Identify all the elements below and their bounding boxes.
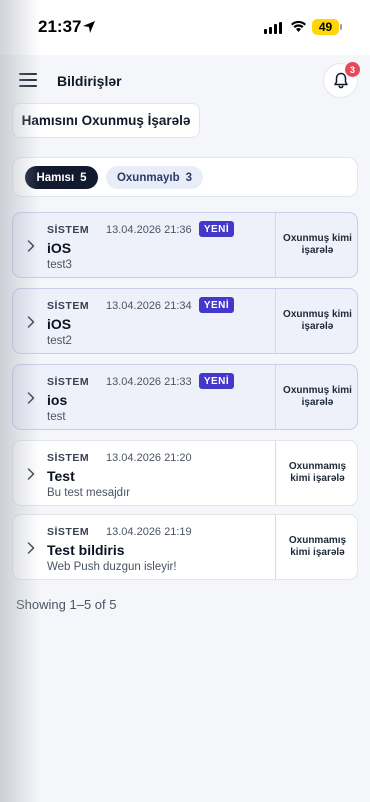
battery-indicator: 49 xyxy=(312,19,339,35)
filter-all-label: Hamısı xyxy=(36,171,75,184)
status-time: 21:37 xyxy=(38,17,82,36)
hamburger-menu-icon[interactable] xyxy=(19,73,37,87)
filter-unread-tab[interactable]: Oxunmayıb 3 xyxy=(106,166,203,189)
chevron-right-icon[interactable] xyxy=(27,542,35,554)
mark-as-read-button[interactable]: Oxunmuş kimi işarələ xyxy=(275,213,357,277)
notification-time: 13.04.2026 21:20 xyxy=(106,452,192,464)
mark-all-read-button[interactable]: Hamısını Oxunmuş İşarələ xyxy=(12,103,200,138)
bell-badge: 3 xyxy=(345,62,360,77)
notification-body: test3 xyxy=(47,259,72,271)
notification-item[interactable]: SİSTEM 13.04.2026 21:36 YENİ iOS test3 O… xyxy=(12,212,358,278)
pagination-summary: Showing 1–5 of 5 xyxy=(16,597,117,612)
notification-source: SİSTEM xyxy=(47,224,90,236)
notification-time: 13.04.2026 21:33 xyxy=(106,376,192,388)
filter-unread-label: Oxunmayıb xyxy=(116,171,180,184)
filter-all-tab[interactable]: Hamısı 5 xyxy=(25,166,98,189)
new-badge: YENİ xyxy=(199,221,234,237)
notification-title: iOS xyxy=(47,316,72,332)
status-bar: 21:37 49 xyxy=(0,0,370,55)
notification-item[interactable]: SİSTEM 13.04.2026 21:20 Test Bu test mes… xyxy=(12,440,358,506)
notification-time: 13.04.2026 21:19 xyxy=(106,526,192,538)
notification-item[interactable]: SİSTEM 13.04.2026 21:19 Test bildiris We… xyxy=(12,514,358,580)
notification-time: 13.04.2026 21:36 xyxy=(106,224,192,236)
chevron-right-icon[interactable] xyxy=(27,392,35,404)
notification-body: Web Push duzgun isleyir! xyxy=(47,561,177,573)
notification-title: Test bildiris xyxy=(47,542,125,558)
notification-body: Bu test mesajdır xyxy=(47,487,131,499)
location-arrow-icon xyxy=(83,21,95,33)
notification-title: iOS xyxy=(47,240,72,256)
page-title: Bildirişlər xyxy=(57,73,122,89)
mark-as-read-button[interactable]: Oxunmuş kimi işarələ xyxy=(275,365,357,429)
notification-source: SİSTEM xyxy=(47,452,90,464)
wifi-icon xyxy=(291,20,306,32)
notification-item[interactable]: SİSTEM 13.04.2026 21:34 YENİ iOS test2 O… xyxy=(12,288,358,354)
chevron-right-icon[interactable] xyxy=(27,316,35,328)
cellular-signal-icon xyxy=(264,22,282,34)
notification-source: SİSTEM xyxy=(47,376,90,388)
mark-as-read-button[interactable]: Oxunmuş kimi işarələ xyxy=(275,289,357,353)
notification-title: ios xyxy=(47,392,68,408)
notification-source: SİSTEM xyxy=(47,526,90,538)
filter-all-count: 5 xyxy=(80,171,87,184)
new-badge: YENİ xyxy=(199,297,234,313)
notification-body: test xyxy=(47,411,66,423)
notification-item[interactable]: SİSTEM 13.04.2026 21:33 YENİ ios test Ox… xyxy=(12,364,358,430)
filter-bar: Hamısı 5 Oxunmayıb 3 xyxy=(12,157,358,197)
notification-body: test2 xyxy=(47,335,72,347)
mark-as-unread-button[interactable]: Oxunmamış kimi işarələ xyxy=(275,441,357,505)
notification-title: Test xyxy=(47,468,75,484)
new-badge: YENİ xyxy=(199,373,234,389)
mark-as-unread-button[interactable]: Oxunmamış kimi işarələ xyxy=(275,515,357,579)
notification-time: 13.04.2026 21:34 xyxy=(106,300,192,312)
notification-source: SİSTEM xyxy=(47,300,90,312)
chevron-right-icon[interactable] xyxy=(27,468,35,480)
battery-tip xyxy=(340,24,342,30)
filter-unread-count: 3 xyxy=(185,171,193,184)
chevron-right-icon[interactable] xyxy=(27,240,35,252)
header: Bildirişlər xyxy=(0,55,370,107)
